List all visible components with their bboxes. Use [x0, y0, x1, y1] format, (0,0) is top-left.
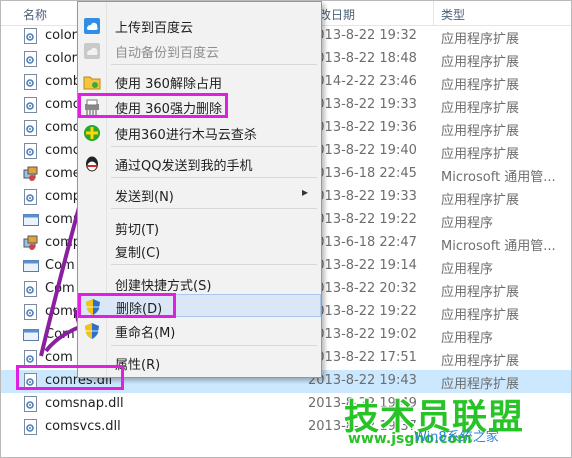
highlight-delete [78, 293, 176, 318]
menu-item-label: 上传到百度云 [115, 21, 194, 36]
menu-item-label: 使用360进行木马云查杀 [115, 128, 257, 143]
menu-360-trojan-scan[interactable]: 使用360进行木马云查杀 [78, 121, 321, 144]
submenu-arrow-icon: ▸ [302, 185, 309, 199]
highlight-selected-file [16, 365, 124, 390]
menu-auto-backup-baidu: 自动备份到百度云 [78, 39, 321, 62]
folder-360-icon [83, 73, 101, 91]
menu-cut[interactable]: 剪切(T) [78, 216, 321, 239]
menu-rename[interactable]: 重命名(M) [78, 319, 321, 342]
menu-send-to[interactable]: 发送到(N) ▸ [78, 183, 321, 206]
baidu-backup-icon [83, 42, 101, 60]
menu-item-label: 剪切(T) [115, 223, 160, 238]
menu-item-label: 通过QQ发送到我的手机 [115, 159, 253, 174]
menu-upload-baidu[interactable]: 上传到百度云 [78, 14, 321, 37]
menu-separator [111, 146, 317, 147]
menu-item-label: 使用 360解除占用 [115, 77, 222, 92]
watermark: 技术员联盟 www.jsgho.com Win8系统之家 [344, 389, 569, 457]
menu-item-label: 创建快捷方式(S) [115, 279, 212, 294]
baidu-cloud-icon [83, 17, 101, 35]
menu-separator [111, 264, 317, 265]
menu-item-label: 复制(C) [115, 246, 161, 261]
menu-copy[interactable]: 复制(C) [78, 239, 321, 262]
watermark-sub: Win8系统之家 [414, 430, 499, 445]
explorer-window: 名称 改日期 类型 color 2013-8-22 19:32 应用程序扩展 colo… [0, 0, 572, 458]
menu-separator [111, 345, 317, 346]
menu-separator [111, 177, 317, 178]
menu-separator [111, 208, 317, 209]
highlight-force-delete [78, 93, 228, 118]
menu-separator [111, 64, 317, 65]
uac-shield-icon [83, 322, 101, 340]
context-menu: 上传到百度云 自动备份到百度云 使用 360解除占用 使用 360强力删除 使用360进… [77, 1, 322, 378]
menu-item-label: 发送到(N) [115, 190, 174, 205]
menu-qq-send-phone[interactable]: 通过QQ发送到我的手机 [78, 152, 321, 175]
menu-item-label: 重命名(M) [115, 326, 176, 341]
menu-360-unlock[interactable]: 使用 360解除占用 [78, 70, 321, 93]
menu-item-label: 自动备份到百度云 [115, 46, 220, 61]
menu-create-shortcut[interactable]: 创建快捷方式(S) [78, 272, 321, 295]
qq-icon [83, 155, 101, 173]
shield-360-icon [83, 124, 101, 142]
